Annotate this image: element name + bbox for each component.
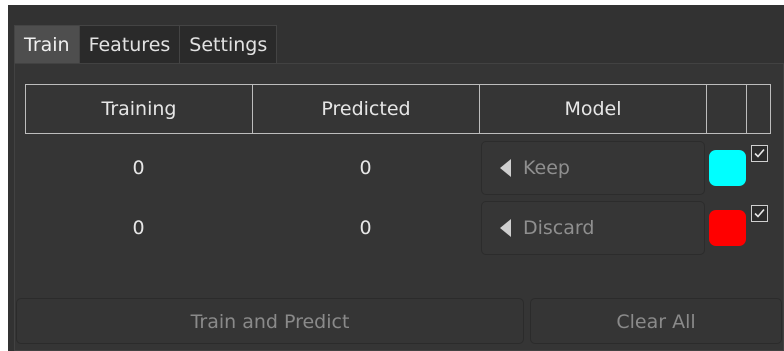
header-color — [707, 85, 747, 133]
training-count: 0 — [132, 157, 145, 179]
play-left-icon — [500, 219, 511, 237]
clear-all-button[interactable]: Clear All — [530, 298, 782, 344]
model-button-discard[interactable]: Discard — [481, 201, 705, 255]
color-swatch-keep[interactable] — [709, 150, 746, 186]
classifier-panel: Train Features Settings Training Predict… — [0, 0, 784, 351]
header-visible — [747, 85, 770, 133]
visible-checkbox-keep[interactable] — [751, 145, 768, 162]
header-model: Model — [480, 85, 707, 133]
tab-bar: Train Features Settings — [14, 25, 278, 63]
table-row: 0 0 Discard — [25, 199, 771, 257]
table-header: Training Predicted Model — [25, 84, 771, 134]
train-and-predict-button[interactable]: Train and Predict — [16, 298, 524, 344]
tab-settings[interactable]: Settings — [180, 25, 278, 63]
panel-body: Train Features Settings Training Predict… — [8, 5, 784, 351]
checkmark-icon — [754, 208, 765, 218]
model-button-keep[interactable]: Keep — [481, 141, 705, 195]
table-row: 0 0 Keep — [25, 139, 771, 197]
visible-checkbox-discard[interactable] — [751, 205, 768, 222]
model-label: Keep — [523, 157, 570, 179]
play-left-icon — [500, 159, 511, 177]
predicted-count: 0 — [359, 157, 372, 179]
training-count: 0 — [132, 217, 145, 239]
predicted-count: 0 — [359, 217, 372, 239]
model-label: Discard — [523, 217, 595, 239]
color-swatch-discard[interactable] — [709, 210, 746, 246]
tab-features[interactable]: Features — [79, 25, 181, 63]
header-training: Training — [26, 85, 253, 133]
header-predicted: Predicted — [253, 85, 480, 133]
tab-train[interactable]: Train — [14, 25, 80, 63]
left-margin — [0, 0, 8, 351]
checkmark-icon — [754, 148, 765, 158]
